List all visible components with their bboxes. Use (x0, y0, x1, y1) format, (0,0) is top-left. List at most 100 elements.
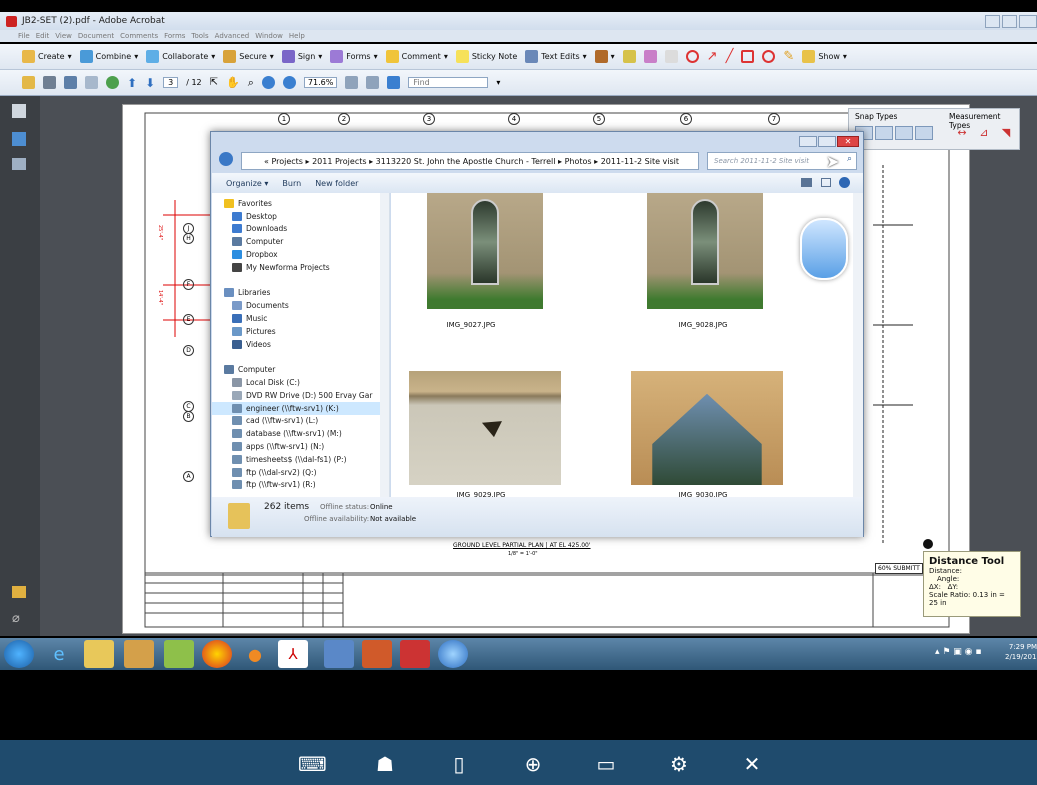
collaborate-button[interactable]: Collaborate ▾ (146, 50, 215, 63)
tray-icons[interactable]: ▴ ⚑ ▣ ◉ ▪ (935, 647, 982, 657)
minimize-button[interactable] (985, 15, 1000, 28)
close-button[interactable] (1019, 15, 1037, 28)
explorer-close-button[interactable]: ✕ (837, 136, 859, 147)
taskbar-app-icon[interactable] (124, 640, 154, 668)
help-icon[interactable] (839, 177, 850, 188)
photo-thumbnail[interactable] (647, 193, 763, 309)
nav-item[interactable]: Local Disk (C:) (212, 376, 389, 389)
comment-button[interactable]: Comment ▾ (385, 50, 448, 63)
chrome-icon[interactable] (202, 640, 232, 668)
sticky-note-button[interactable]: Sticky Note (455, 50, 517, 63)
cloud-icon[interactable] (685, 50, 699, 63)
preview-pane-icon[interactable] (821, 178, 831, 187)
open-icon[interactable] (22, 76, 35, 89)
photo-thumbnail[interactable] (409, 371, 561, 485)
network-icon[interactable]: ☗ (373, 752, 397, 776)
find-dropdown-icon[interactable]: ▾ (496, 78, 500, 87)
nav-item[interactable]: Pictures (212, 325, 389, 338)
email-icon[interactable] (85, 76, 98, 89)
select-tool-icon[interactable]: ⇱ (210, 77, 218, 88)
text-edits-button[interactable]: Text Edits ▾ (525, 50, 587, 63)
file-explorer-icon[interactable] (84, 640, 114, 668)
sign-button[interactable]: Sign ▾ (281, 50, 322, 63)
pdf-taskbar-icon[interactable] (400, 640, 430, 668)
nav-item[interactable]: Downloads (212, 223, 389, 236)
acrobat-taskbar-icon[interactable]: ⅄ (278, 640, 308, 668)
zoom-in-icon[interactable] (282, 76, 296, 89)
settings-icon[interactable]: ⚙ (667, 752, 691, 776)
pencil-icon[interactable]: ✎ (783, 49, 794, 64)
nav-item[interactable]: Documents (212, 299, 389, 312)
attachments-icon[interactable]: ⌀ (12, 611, 20, 626)
save-icon[interactable] (64, 76, 77, 89)
organize-menu[interactable]: Organize ▾ (226, 179, 268, 188)
nav-item[interactable]: database (\\ftw-srv1) (M:) (212, 427, 389, 440)
oval-icon[interactable] (762, 50, 776, 63)
nav-item[interactable]: Dropbox (212, 248, 389, 261)
photo-thumbnail[interactable] (631, 371, 783, 485)
explorer-maximize-button[interactable] (818, 136, 836, 147)
zoom-icon[interactable]: ⊕ (521, 752, 545, 776)
nav-item[interactable]: cad (\\ftw-srv1) (L:) (212, 415, 389, 428)
nav-item[interactable]: engineer (\\ftw-srv1) (K:) (212, 401, 389, 415)
internet-explorer-icon[interactable]: e (44, 640, 74, 668)
taskbar-app-icon[interactable] (164, 640, 194, 668)
taskbar-app-icon[interactable] (362, 640, 392, 668)
signatures-icon[interactable] (12, 158, 26, 170)
burn-button[interactable]: Burn (282, 179, 301, 188)
bookmarks-icon[interactable] (12, 132, 26, 146)
comments-icon[interactable] (12, 586, 26, 598)
web-icon[interactable] (106, 76, 119, 89)
print-icon[interactable] (43, 76, 56, 89)
explorer-minimize-button[interactable] (799, 136, 817, 147)
arrow-icon[interactable]: ↗ (707, 49, 718, 64)
next-page-icon[interactable]: ⬇ (145, 76, 155, 90)
snap-path-icon[interactable] (895, 126, 913, 140)
nav-item[interactable]: DVD RW Drive (D:) 500 Ervay Gar (212, 389, 389, 402)
menu-advanced[interactable]: Advanced (215, 32, 250, 40)
menu-window[interactable]: Window (255, 32, 283, 40)
menu-comments[interactable]: Comments (120, 32, 158, 40)
new-folder-button[interactable]: New folder (315, 179, 358, 188)
maximize-button[interactable] (1002, 15, 1017, 28)
combine-button[interactable]: Combine ▾ (79, 50, 138, 63)
close-session-icon[interactable]: ✕ (740, 752, 764, 776)
address-bar[interactable]: « Projects ▸ 2011 Projects ▸ 3113220 St.… (241, 152, 699, 170)
nav-item[interactable]: ftp (\\ftw-srv1) (R:) (212, 479, 389, 492)
media-icon[interactable]: ● (240, 640, 270, 668)
callout-icon[interactable] (643, 50, 657, 63)
show-button[interactable]: Show ▾ (802, 50, 847, 63)
pages-icon[interactable] (12, 104, 26, 118)
menu-edit[interactable]: Edit (36, 32, 50, 40)
nav-item[interactable]: Computer (212, 235, 389, 248)
hand-tool-icon[interactable]: ✋ (226, 76, 240, 89)
menu-document[interactable]: Document (78, 32, 114, 40)
menu-file[interactable]: File (18, 32, 30, 40)
back-button[interactable] (219, 152, 233, 166)
nav-item[interactable]: ftp (\\dal-srv2) (Q:) (212, 466, 389, 479)
keyboard-icon[interactable]: ⌨ (298, 752, 327, 776)
snap-midpoint-icon[interactable] (875, 126, 893, 140)
textbox-icon[interactable] (664, 50, 678, 63)
fit-width-icon[interactable] (366, 76, 380, 89)
highlight-icon[interactable] (622, 50, 636, 63)
nav-scrollbar[interactable] (380, 193, 389, 497)
nav-item[interactable]: Desktop (212, 210, 389, 223)
menu-help[interactable]: Help (289, 32, 305, 40)
start-button[interactable] (4, 640, 34, 668)
photo-thumbnail[interactable] (427, 193, 543, 309)
nav-item[interactable]: apps (\\ftw-srv1) (N:) (212, 440, 389, 453)
marquee-zoom-icon[interactable]: ⌕ (248, 76, 254, 90)
mouse-icon[interactable]: ▯ (447, 752, 471, 776)
nav-item[interactable]: Favorites (212, 197, 389, 210)
page-number-input[interactable]: 3 (163, 77, 179, 88)
rectangle-icon[interactable] (741, 50, 755, 63)
create-button[interactable]: Create ▾ (22, 50, 72, 63)
secure-button[interactable]: Secure ▾ (223, 50, 274, 63)
nav-item[interactable]: timesheets$ (\\dal-fs1) (P:) (212, 453, 389, 466)
snap-intersection-icon[interactable] (915, 126, 933, 140)
nav-item[interactable]: Videos (212, 338, 389, 351)
menu-forms[interactable]: Forms (164, 32, 185, 40)
zoom-select[interactable]: 71.6% (303, 77, 338, 88)
line-icon[interactable]: ╱ (726, 49, 734, 64)
